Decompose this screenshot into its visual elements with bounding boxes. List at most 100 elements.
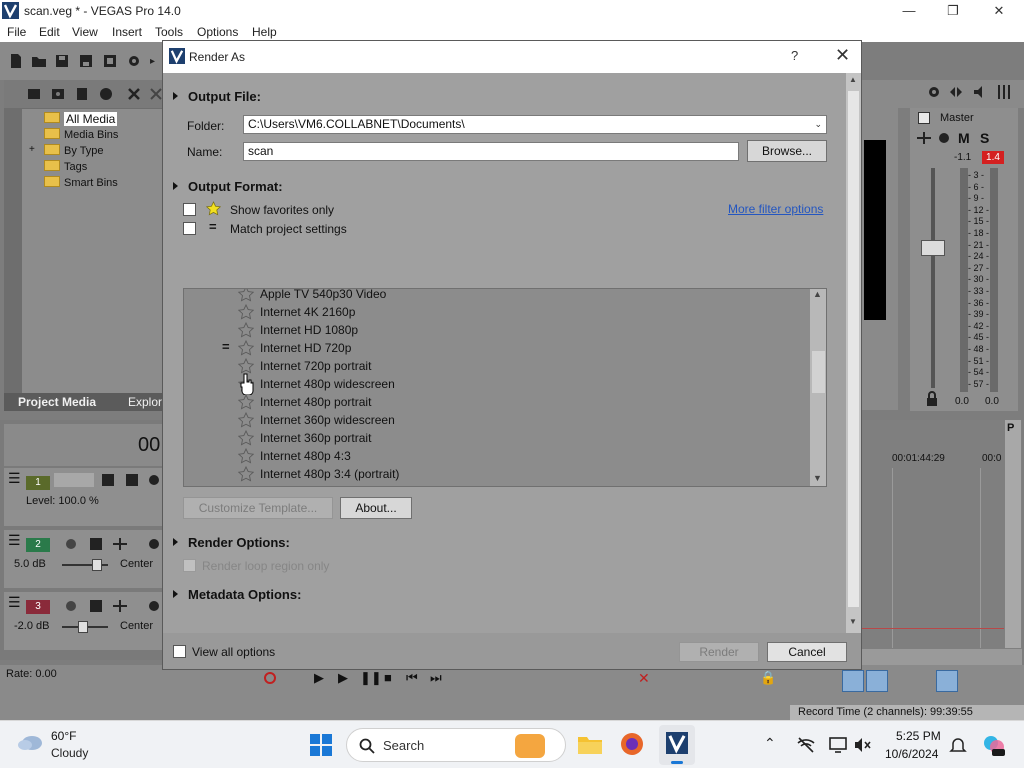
template-row[interactable]: Internet 480p 3:4 (portrait) [184,465,810,483]
vegas-taskbar-button[interactable] [659,725,695,765]
snapping-magnet-icon[interactable] [842,670,864,692]
file-explorer-icon[interactable] [576,731,604,757]
about-button[interactable]: About... [340,497,412,519]
pan-icon[interactable] [112,536,128,552]
downmix-icon[interactable] [948,84,964,100]
restore-button[interactable]: ❐ [938,2,968,20]
volume-slider-thumb[interactable] [92,559,102,571]
marker-p-icon[interactable]: P [1007,422,1014,434]
pause-icon[interactable]: ❚❚ [360,670,382,686]
network-disconnected-icon[interactable] [796,735,816,755]
track-menu-icon[interactable]: ☰ [8,594,21,611]
toolbar-more-icon[interactable]: ▸ [150,56,155,67]
template-row[interactable]: Internet 480p 4:3 [184,447,810,465]
lock-icon[interactable] [924,391,940,407]
dialog-scrollbar[interactable]: ▲ ▼ [846,73,861,633]
get-media-icon[interactable] [74,86,90,102]
template-row[interactable]: = Internet HD 720p [184,339,810,357]
chevron-up-icon[interactable]: ⌃ [764,735,784,755]
render-button[interactable]: Render [679,642,759,662]
chevron-down-icon[interactable]: ⌄ [814,116,822,133]
view-all-options-checkbox[interactable] [173,645,186,658]
track-fx-icon[interactable] [88,536,104,552]
scroll-up-icon[interactable]: ▲ [813,289,822,299]
open-icon[interactable] [31,53,47,69]
cloudy-weather-icon[interactable] [16,731,44,753]
import-media-icon[interactable] [26,86,42,102]
taskbar-search[interactable]: Search [346,728,566,762]
scroll-down-icon[interactable]: ▼ [849,617,857,626]
favorite-star-outline-icon[interactable] [238,466,254,482]
tree-item-tags[interactable]: Tags [44,160,87,174]
track-2[interactable]: ☰ 2 5.0 dB Center [4,530,162,588]
favorite-star-outline-icon[interactable] [238,322,254,338]
track-fx-gear-icon[interactable] [146,472,162,488]
render-options-header[interactable]: Render Options: [173,535,290,550]
render-icon[interactable] [102,53,118,69]
vertical-scrollbar[interactable] [1005,420,1021,648]
track-fx-gear-icon[interactable] [146,536,162,552]
track-fx-gear-icon[interactable] [146,598,162,614]
settings-gear-icon[interactable] [926,84,942,100]
tab-explorer[interactable]: Explor [128,395,162,409]
track-3[interactable]: ☰ 3 -2.0 dB Center [4,592,162,650]
capture-icon[interactable] [50,86,66,102]
output-file-header[interactable]: Output File: [173,89,261,104]
settings-gear-icon[interactable] [126,53,142,69]
play-icon[interactable]: ▶ [338,670,348,686]
dialog-close-button[interactable]: ✕ [835,45,850,66]
volume-slider-thumb[interactable] [78,621,88,633]
pan-icon[interactable] [916,130,932,146]
minimize-button[interactable]: — [894,2,924,20]
record-icon[interactable] [264,672,276,684]
template-row[interactable]: Internet 480p portrait [184,393,810,411]
template-row[interactable]: Internet 480p widescreen [184,375,810,393]
master-fader[interactable] [921,240,945,256]
pan-icon[interactable] [112,598,128,614]
menu-tools[interactable]: Tools [155,25,183,39]
name-field[interactable]: scan [243,142,739,161]
menu-view[interactable]: View [72,25,98,39]
globe-icon[interactable] [98,86,114,102]
track-menu-icon[interactable]: ☰ [8,470,21,487]
track-1[interactable]: ☰ 1 Level: 100.0 % [4,468,162,526]
tree-item-smart-bins[interactable]: Smart Bins [44,176,118,190]
remove-icon[interactable] [126,86,142,102]
stop-icon[interactable]: ■ [384,670,392,685]
tab-project-media[interactable]: Project Media [18,395,96,409]
help-button[interactable]: ? [791,48,798,63]
ripple-edit-icon[interactable] [936,670,958,692]
template-row[interactable]: Internet HD 1080p [184,321,810,339]
track-motion-icon[interactable] [124,472,140,488]
template-list-scrollbar[interactable]: ▲ ▼ [810,289,826,486]
menu-help[interactable]: Help [252,25,277,39]
template-row[interactable]: Internet 720p portrait [184,357,810,375]
weather-condition[interactable]: Cloudy [51,746,88,760]
template-row[interactable]: Internet 360p widescreen [184,411,810,429]
save-as-icon[interactable] [78,53,94,69]
favorite-star-outline-icon[interactable] [238,304,254,320]
track-name-field[interactable] [54,473,94,487]
lock-icon[interactable]: 🔒 [760,670,776,686]
customize-template-button[interactable]: Customize Template... [183,497,333,519]
weather-temperature[interactable]: 60°F [51,729,76,743]
metadata-options-header[interactable]: Metadata Options: [173,587,301,602]
folder-combobox[interactable]: C:\Users\VM6.COLLABNET\Documents\ ⌄ [243,115,827,134]
template-list[interactable]: Apple TV 540p30 Video Internet 4K 2160p … [183,288,827,487]
clock-date[interactable]: 10/6/2024 [885,747,938,761]
render-loop-region-checkbox[interactable] [183,559,196,572]
favorite-star-outline-icon[interactable] [238,394,254,410]
play-from-start-icon[interactable]: ▶ [314,670,324,686]
track-menu-icon[interactable]: ☰ [8,532,21,549]
scrollbar-thumb[interactable] [812,351,825,393]
template-row[interactable]: Apple TV 540p30 Video [184,289,810,303]
menu-options[interactable]: Options [197,25,238,39]
template-row[interactable]: Internet 360p portrait [184,429,810,447]
window-close-button[interactable]: ✕ [984,2,1014,20]
mute-button[interactable]: M [958,130,970,146]
expand-icon[interactable]: + [29,144,35,155]
favorite-star-outline-icon[interactable] [238,412,254,428]
output-format-header[interactable]: Output Format: [173,179,283,194]
record-arm-icon[interactable] [66,539,76,549]
split-icon[interactable]: ✕ [638,670,650,687]
